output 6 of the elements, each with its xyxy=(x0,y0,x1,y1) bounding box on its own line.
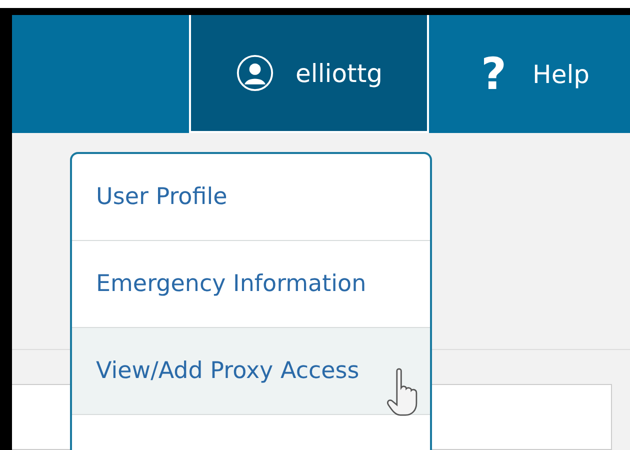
menu-item[interactable]: User Profile xyxy=(72,154,430,241)
user-menu-button[interactable]: elliottg xyxy=(189,15,429,133)
hand-cursor-icon xyxy=(385,367,419,419)
menu-item[interactable]: View/Add Proxy Access xyxy=(72,328,430,415)
help-button[interactable]: ? Help xyxy=(429,15,590,133)
user-avatar-icon xyxy=(236,54,274,92)
